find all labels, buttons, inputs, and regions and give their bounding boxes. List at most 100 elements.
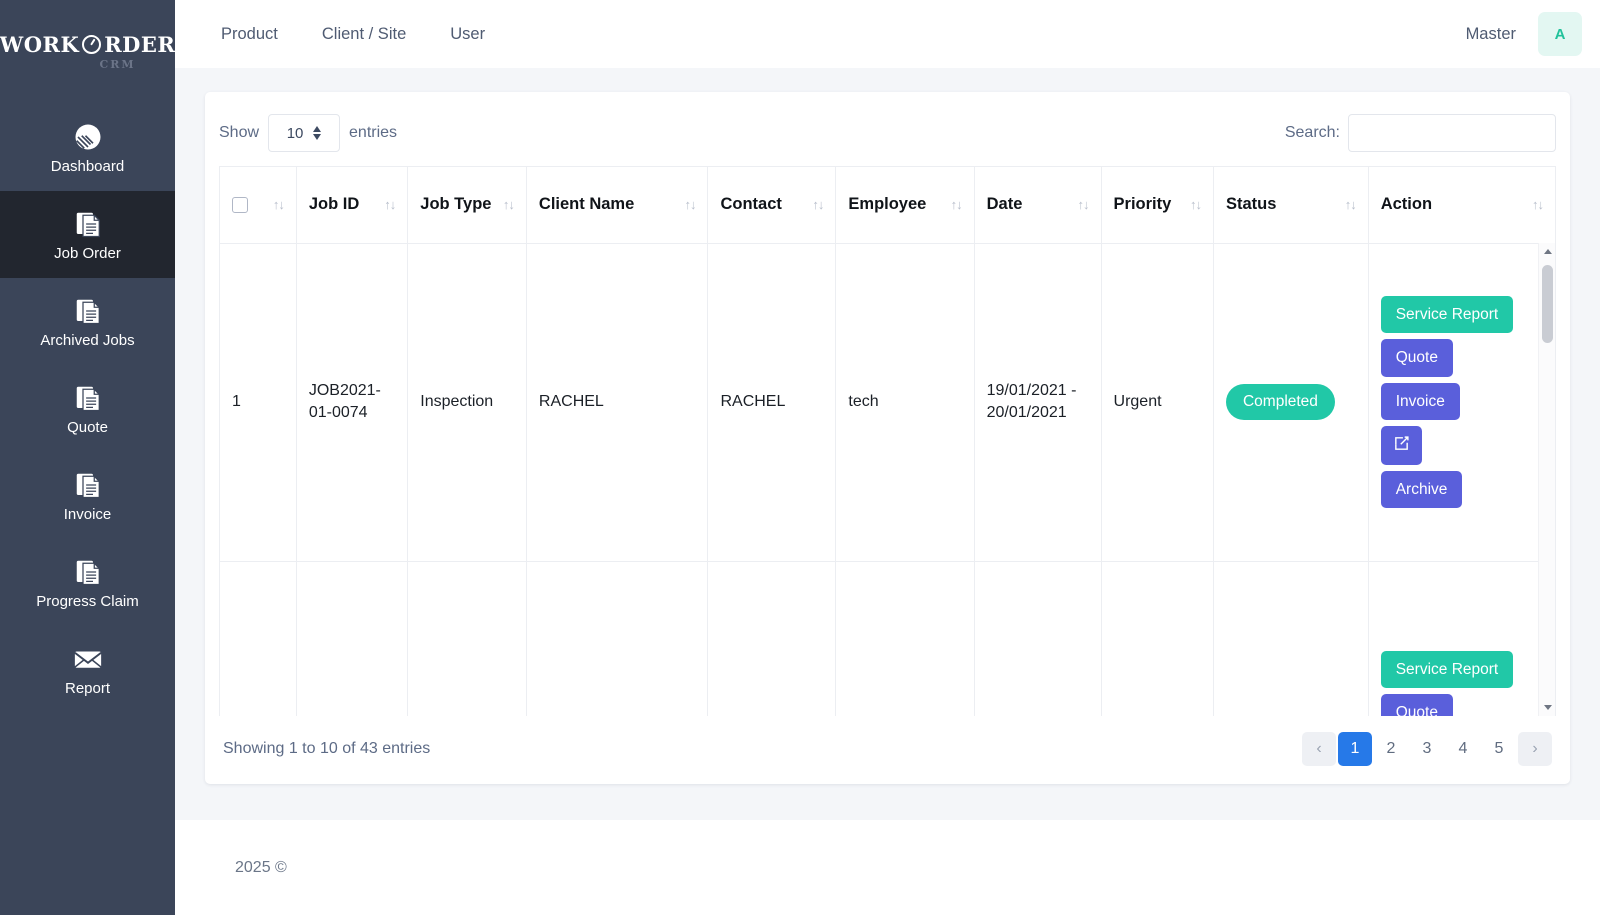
table-vertical-scrollbar[interactable] [1538,243,1555,716]
cell-date: 19/01/2021 - 20/01/2021 [974,243,1102,562]
sort-icon[interactable]: ↑↓ [951,198,963,211]
pagination-next[interactable]: › [1518,732,1552,766]
brand-subtitle: CRM [99,57,136,71]
brand-word-2: RDER [104,31,175,57]
invoice-button[interactable]: Invoice [1380,382,1460,421]
column-label: Employee [848,195,927,214]
column-contact[interactable]: Contact ↑↓ [707,167,837,244]
search-input[interactable] [1348,114,1556,152]
sort-icon[interactable]: ↑↓ [1190,198,1202,211]
datatable-info: Showing 1 to 10 of 43 entries [223,740,431,757]
row-job-type: Inspection [420,393,494,411]
service-report-button[interactable]: Service Report [1380,650,1514,688]
documents-icon [73,383,103,413]
row-client-name: RACHEL [538,393,604,411]
column-status[interactable]: Status ↑↓ [1213,167,1369,244]
top-nav-links: Product Client / Site User [221,25,485,44]
column-date[interactable]: Date ↑↓ [974,167,1102,244]
row-action-buttons: Service Report Quote [1380,650,1543,716]
pagination-page-4[interactable]: 4 [1446,732,1480,766]
datatable-length-control: Show 10 entries [219,114,397,152]
cell-priority [1101,561,1214,716]
column-select-all[interactable]: ↑↓ [220,167,297,244]
chevron-updown-icon [313,126,322,140]
column-client-name[interactable]: Client Name ↑↓ [526,167,709,244]
sidebar-item-label: Progress Claim [36,592,139,610]
sort-icon[interactable]: ↑↓ [273,198,285,211]
table-head: ↑↓ Job ID ↑↓ Job Type ↑↓ Client Name ↑↓ … [220,167,1555,244]
avatar-initial: A [1554,25,1566,43]
pagination-previous[interactable]: ‹ [1302,732,1336,766]
brand-logo[interactable]: WORK RDER CRM [0,0,175,88]
cell-date [974,561,1102,716]
service-report-button[interactable]: Service Report [1380,295,1514,334]
page-footer: 2025 © [175,820,1600,915]
cell-action: Service Report Quote [1368,561,1555,716]
brand-word-1: WORK [0,31,80,57]
status-badge: Completed [1225,384,1335,420]
sidebar-item-report[interactable]: Report [0,626,175,713]
sidebar-item-dashboard[interactable]: Dashboard [0,104,175,191]
cell-employee [835,561,975,716]
sort-icon[interactable]: ↑↓ [1078,198,1090,211]
avatar[interactable]: A [1538,12,1582,56]
sort-icon[interactable]: ↑↓ [1532,198,1544,211]
envelope-icon [73,644,103,674]
sidebar-item-archived-jobs[interactable]: Archived Jobs [0,278,175,365]
sidebar-item-label: Quote [67,418,108,436]
sidebar-item-label: Job Order [54,244,121,262]
column-label: Contact [720,195,782,214]
column-job-type[interactable]: Job Type ↑↓ [407,167,527,244]
sort-icon[interactable]: ↑↓ [1345,198,1357,211]
cell-index [220,561,297,716]
scrollbar-thumb[interactable] [1542,265,1553,343]
datatable-controls: Show 10 entries Search: [219,92,1556,166]
sidebar-nav: Dashboard Job Order Archived Jobs Quote … [0,104,175,713]
sort-icon[interactable]: ↑↓ [812,198,824,211]
pagination-page-1[interactable]: 1 [1338,732,1372,766]
sort-icon[interactable]: ↑↓ [503,198,515,211]
column-label: Date [986,195,1023,214]
quote-button[interactable]: Quote [1380,339,1453,377]
column-priority[interactable]: Priority ↑↓ [1101,167,1214,244]
cell-index: 1 [220,243,297,562]
quote-button[interactable]: Quote [1380,694,1453,716]
column-job-id[interactable]: Job ID ↑↓ [296,167,409,244]
scroll-up-icon[interactable] [1539,243,1555,260]
archive-button[interactable]: Archive [1380,470,1463,509]
pagination: ‹ 1 2 3 4 5 › [1302,732,1552,766]
sidebar-item-job-order[interactable]: Job Order [0,191,175,278]
sidebar-item-label: Report [64,679,111,697]
job-order-table: ↑↓ Job ID ↑↓ Job Type ↑↓ Client Name ↑↓ … [220,167,1555,716]
table-row[interactable]: Service Report Quote [220,561,1555,716]
select-all-checkbox[interactable] [232,196,248,213]
edit-button[interactable] [1380,426,1422,465]
column-label: Job Type [420,195,492,214]
page-length-select[interactable]: 10 [268,114,341,152]
pagination-page-5[interactable]: 5 [1482,732,1516,766]
top-nav-product[interactable]: Product [221,25,278,44]
column-label: Job ID [308,195,360,214]
column-employee[interactable]: Employee ↑↓ [835,167,975,244]
column-action[interactable]: Action ↑↓ [1368,167,1555,244]
cell-job-id [296,561,409,716]
sidebar-item-progress-claim[interactable]: Progress Claim [0,539,175,626]
sort-icon[interactable]: ↑↓ [684,198,696,211]
pagination-page-3[interactable]: 3 [1410,732,1444,766]
sort-icon[interactable]: ↑↓ [384,198,396,211]
row-employee: tech [848,393,879,411]
top-nav-user[interactable]: User [450,25,485,44]
sidebar-item-invoice[interactable]: Invoice [0,452,175,539]
sidebar: WORK RDER CRM Dashboard Job Order Archiv… [0,0,175,915]
main-area: Product Client / Site User Master A Show… [175,0,1600,915]
datatable-footer: Showing 1 to 10 of 43 entries ‹ 1 2 3 4 … [219,716,1556,772]
cell-employee: tech [835,243,975,562]
cell-action: Service Report Quote Invoice Archive [1368,243,1555,562]
brand-wordmark: WORK RDER [0,32,175,57]
top-nav-client-site[interactable]: Client / Site [322,25,406,44]
table-row[interactable]: 1 JOB2021-01-0074 Inspection RACHEL RACH… [220,243,1555,562]
scroll-down-icon[interactable] [1539,699,1555,716]
sidebar-item-quote[interactable]: Quote [0,365,175,452]
master-menu[interactable]: Master [1466,25,1516,44]
pagination-page-2[interactable]: 2 [1374,732,1408,766]
